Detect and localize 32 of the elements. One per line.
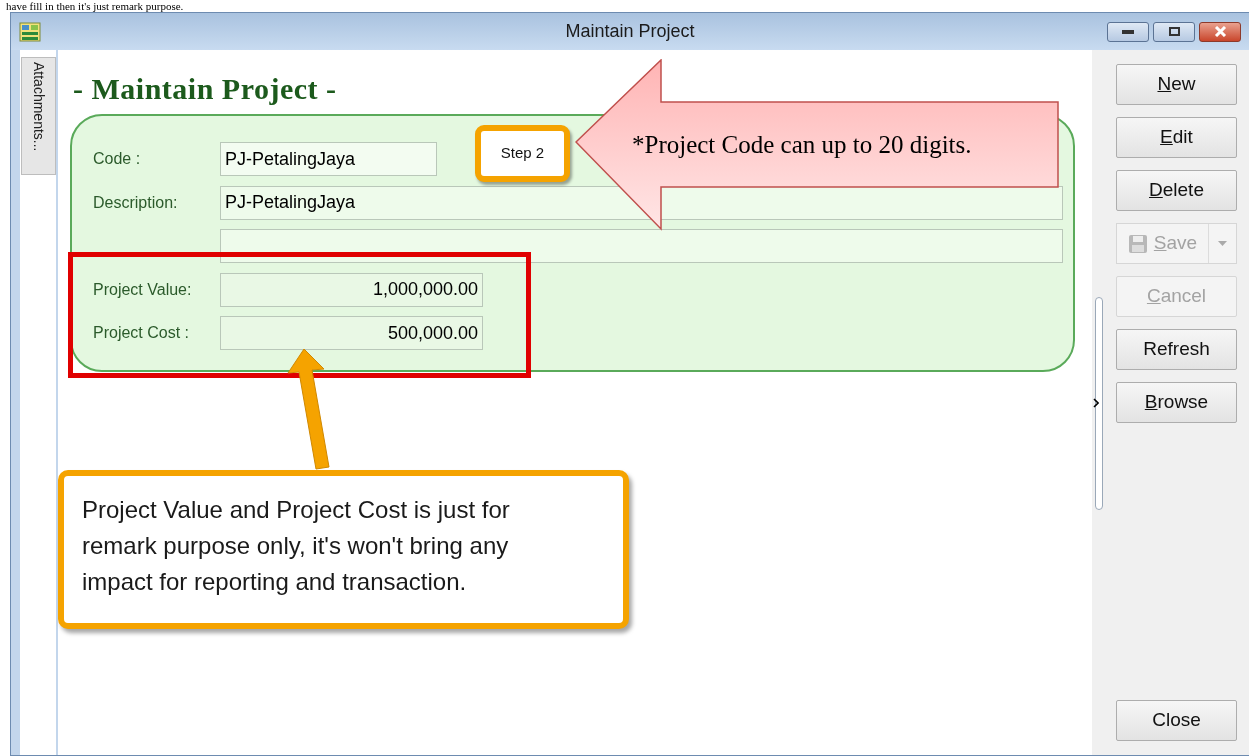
- maximize-button[interactable]: [1153, 21, 1195, 42]
- input-field[interactable]: [220, 229, 1063, 263]
- close-window-button[interactable]: [1199, 21, 1241, 42]
- minimize-icon: [1122, 29, 1134, 34]
- input-field[interactable]: 1,000,000.00: [220, 272, 483, 307]
- input-field[interactable]: PJ-PetalingJaya: [220, 185, 1063, 220]
- field-label: Code :: [93, 149, 142, 169]
- field-label: Project Cost :: [93, 323, 191, 343]
- form-heading: - Maintain Project -: [73, 71, 337, 107]
- maximize-icon: [1168, 27, 1180, 36]
- splitter-handle[interactable]: [1095, 297, 1103, 510]
- note-text: Project Value and Project Cost is just for remark purpose only, it's won't bring any impact for reporting and transaction.: [58, 470, 629, 629]
- action-button[interactable]: Refresh: [1116, 329, 1237, 370]
- chevron-icon[interactable]: [1093, 398, 1099, 408]
- field-label: Project Value:: [93, 279, 193, 300]
- caption-text: have fill in then it's just remark purpose.: [5, 0, 185, 12]
- app-icon: [19, 20, 41, 43]
- minimize-button[interactable]: [1107, 21, 1149, 42]
- input-field[interactable]: 500,000.00: [220, 316, 483, 350]
- callout-text: *Project Code can up to 20 digits.: [632, 130, 972, 160]
- close-button[interactable]: Close: [1116, 700, 1237, 741]
- field-label: Description:: [93, 192, 179, 213]
- close-icon: [1213, 26, 1227, 37]
- attachments-tab[interactable]: Attachments...: [20, 57, 56, 175]
- action-button[interactable]: New: [1116, 64, 1237, 105]
- action-button[interactable]: Delete: [1116, 170, 1237, 211]
- step-label: Step 2: [475, 125, 570, 182]
- window-title: Maintain Project: [565, 20, 695, 43]
- caret-icon: [1218, 241, 1227, 246]
- action-button[interactable]: Browse: [1116, 382, 1237, 423]
- action-button[interactable]: Edit: [1116, 117, 1237, 158]
- input-field[interactable]: PJ-PetalingJaya: [220, 142, 437, 176]
